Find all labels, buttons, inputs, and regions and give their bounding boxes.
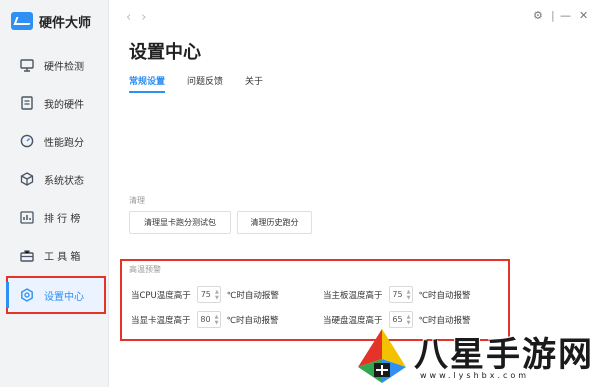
sidebar-item-label: 硬件检测 — [44, 61, 84, 73]
brand: 硬件大师 — [11, 10, 91, 32]
watermark: 八星手游网 www.lyshbx.com — [352, 323, 600, 387]
stepper-arrows-icon[interactable]: ▲ ▼ — [215, 289, 219, 301]
cpu-threshold-value: 75 — [200, 290, 211, 299]
speedometer-icon — [20, 134, 34, 148]
close-icon[interactable]: ✕ — [579, 9, 588, 22]
sidebar-item-ranking[interactable]: 排 行 榜 — [0, 198, 109, 236]
sidebar-item-my-hardware[interactable]: 我的硬件 — [0, 84, 109, 122]
active-indicator — [6, 282, 9, 308]
history-nav: ‹› — [126, 10, 156, 25]
tab-about[interactable]: 关于 — [245, 74, 263, 93]
gpu-alert-suffix: ℃时自动报警 — [226, 315, 279, 326]
clear-gpu-benchmark-button[interactable]: 清理显卡跑分测试包 — [129, 211, 231, 234]
board-alert-suffix: ℃时自动报警 — [418, 290, 471, 301]
settings-hex-icon — [20, 288, 34, 302]
document-icon — [20, 96, 34, 110]
window-separator: | — [551, 9, 555, 22]
sidebar-item-label: 排 行 榜 — [44, 213, 81, 225]
alert-section-title: 高温预警 — [129, 265, 161, 274]
monitor-icon — [20, 58, 34, 72]
clear-history-button[interactable]: 清理历史跑分 — [237, 211, 312, 234]
sidebar-item-settings[interactable]: 设置中心 — [6, 276, 106, 314]
board-threshold-value: 75 — [392, 290, 403, 299]
sidebar-item-toolbox[interactable]: 工 具 箱 — [0, 236, 109, 274]
gpu-alert-label: 当显卡温度高于 — [131, 315, 191, 326]
sidebar: 硬件大师 硬件检测 我的硬件 性能跑分 系统状态 排 行 榜 工 具 箱 设置中… — [0, 0, 109, 387]
cpu-alert-row: 当CPU温度高于 75 ▲ ▼ ℃时自动报警 — [131, 286, 279, 303]
board-alert-row: 当主板温度高于 75 ▲ ▼ ℃时自动报警 — [323, 286, 471, 303]
sidebar-item-label: 工 具 箱 — [44, 251, 81, 263]
cube-icon — [20, 172, 34, 186]
stepper-arrows-icon[interactable]: ▲ ▼ — [407, 289, 411, 301]
sidebar-item-label: 系统状态 — [44, 175, 84, 187]
tab-feedback[interactable]: 问题反馈 — [187, 74, 223, 93]
clean-section-title: 清理 — [129, 196, 145, 205]
settings-gear-icon[interactable]: ⚙ — [533, 9, 543, 22]
tab-general[interactable]: 常规设置 — [129, 74, 166, 93]
watermark-url: www.lyshbx.com — [420, 371, 530, 380]
sidebar-item-label: 性能跑分 — [44, 137, 84, 149]
sidebar-item-hardware-check[interactable]: 硬件检测 — [0, 46, 109, 84]
minimize-icon[interactable]: — — [560, 9, 571, 22]
page-title: 设置中心 — [129, 42, 201, 63]
toolbox-icon — [20, 248, 34, 262]
watermark-logo-icon — [358, 329, 406, 383]
stepper-arrows-icon[interactable]: ▲ ▼ — [215, 314, 219, 326]
gpu-alert-row: 当显卡温度高于 80 ▲ ▼ ℃时自动报警 — [131, 311, 279, 328]
sidebar-item-benchmark[interactable]: 性能跑分 — [0, 122, 109, 160]
board-alert-label: 当主板温度高于 — [323, 290, 383, 301]
cpu-alert-suffix: ℃时自动报警 — [226, 290, 279, 301]
sidebar-item-system-status[interactable]: 系统状态 — [0, 160, 109, 198]
forward-arrow-icon[interactable]: › — [141, 10, 156, 25]
settings-tabs: 常规设置 问题反馈 关于 — [129, 74, 263, 93]
cpu-threshold-stepper[interactable]: 75 ▲ ▼ — [196, 286, 221, 303]
back-arrow-icon[interactable]: ‹ — [126, 10, 141, 25]
brand-logo-icon — [11, 12, 33, 30]
cpu-alert-label: 当CPU温度高于 — [131, 290, 191, 301]
watermark-text: 八星手游网 — [414, 335, 594, 375]
sidebar-item-label: 设置中心 — [44, 291, 84, 303]
ranking-icon — [20, 210, 34, 224]
gpu-threshold-stepper[interactable]: 80 ▲ ▼ — [196, 311, 221, 328]
brand-name: 硬件大师 — [39, 15, 92, 31]
sidebar-item-label: 我的硬件 — [44, 99, 84, 111]
gpu-threshold-value: 80 — [200, 315, 211, 324]
board-threshold-stepper[interactable]: 75 ▲ ▼ — [388, 286, 413, 303]
app-window: 硬件大师 硬件检测 我的硬件 性能跑分 系统状态 排 行 榜 工 具 箱 设置中… — [0, 0, 600, 387]
